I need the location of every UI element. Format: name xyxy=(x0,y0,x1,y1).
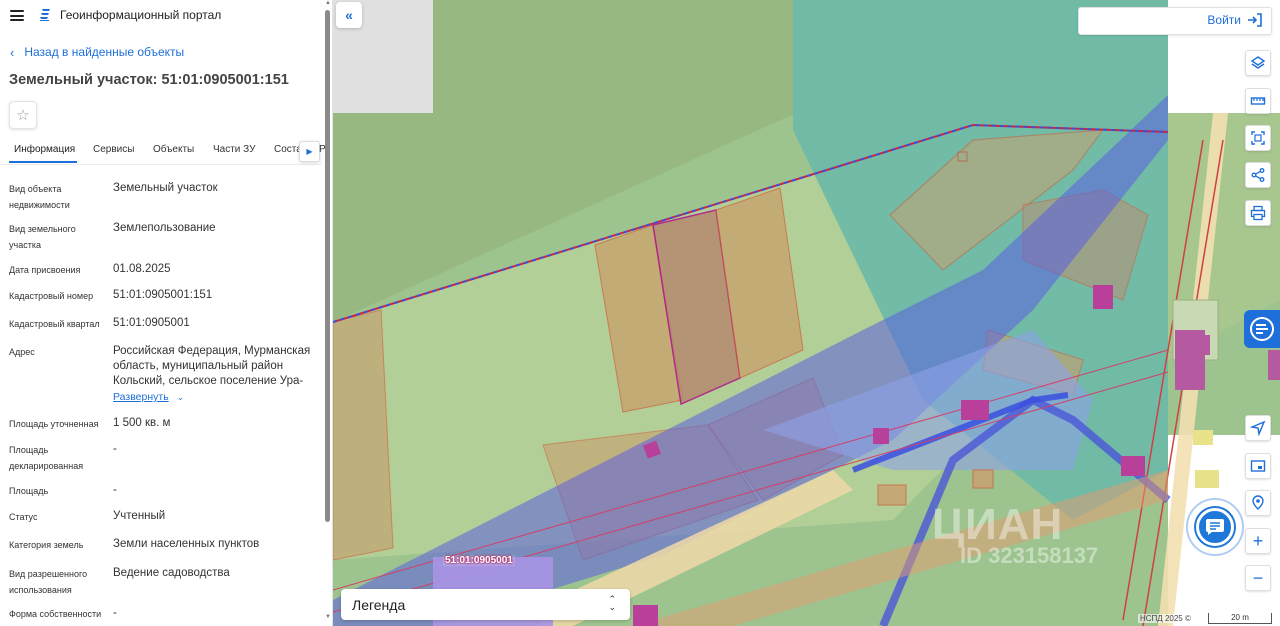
minus-icon: − xyxy=(1252,568,1264,588)
prop-value-ownership: - xyxy=(113,607,117,619)
ruler-button[interactable] xyxy=(1245,88,1271,114)
ruler-icon xyxy=(1250,97,1266,105)
prop-label-cadastral-number: Кадастровый номер xyxy=(9,291,94,301)
select-area-button[interactable] xyxy=(1245,125,1271,151)
prop-value-address: Российская Федерация, Мурманская область… xyxy=(113,345,311,387)
geolocation-button[interactable] xyxy=(1245,490,1271,516)
select-area-icon xyxy=(1251,131,1265,145)
map-attribution: НСПД 2025 © xyxy=(1138,614,1193,623)
tab-services[interactable]: Сервисы xyxy=(93,144,134,155)
prop-value-assign-date: 01.08.2025 xyxy=(113,263,171,275)
plus-icon: + xyxy=(1252,531,1264,551)
prop-label-land-category: Категория земель xyxy=(9,540,84,550)
geolocation-icon xyxy=(1252,495,1264,510)
info-tabs: Информация Сервисы Объекты Части ЗУ Сост… xyxy=(0,139,322,165)
active-tab-indicator xyxy=(9,161,77,163)
login-bar: Войти xyxy=(1078,7,1272,35)
chevron-left-icon: ‹ xyxy=(10,44,15,60)
print-icon xyxy=(1250,205,1266,221)
login-button[interactable]: Войти xyxy=(1207,13,1263,27)
minimap-button[interactable] xyxy=(1245,453,1271,479)
tab-composition[interactable]: Соста xyxy=(274,144,302,155)
promo-side-tab[interactable] xyxy=(1244,310,1280,348)
layers-icon xyxy=(1250,56,1266,69)
sidebar-panel: Геоинформационный портал ‹ Назад в найде… xyxy=(0,0,333,626)
map-scale-bar: 20 m xyxy=(1208,613,1272,624)
scroll-up-arrow-icon[interactable]: ▲ xyxy=(325,0,331,6)
expand-label: Развернуть xyxy=(113,391,169,403)
double-chevron-left-icon: « xyxy=(345,7,353,23)
map-layer xyxy=(333,0,1280,626)
legend-select[interactable]: Легенда ⌃ ⌄ xyxy=(341,589,630,620)
menu-icon[interactable] xyxy=(10,10,24,21)
prop-value-area-refined: 1 500 кв. м xyxy=(113,417,171,429)
page-title: Земельный участок: 51:01:0905001:151 xyxy=(9,72,289,88)
prop-value-cadastral-quarter: 51:01:0905001 xyxy=(113,317,190,329)
back-link-label: Назад в найденные объекты xyxy=(24,45,185,59)
navigate-button[interactable] xyxy=(1245,415,1271,441)
prop-label-address: Адрес xyxy=(9,347,35,357)
cian-watermark-id: ID 323158137 xyxy=(960,543,1099,568)
tab-objects[interactable]: Объекты xyxy=(153,144,194,155)
cadastral-map[interactable]: 51:01:0905001 ЦИАН ID 323158137 xyxy=(333,0,1280,626)
tabs-scroll-right-button[interactable]: ▶ xyxy=(299,141,320,162)
favorite-button[interactable]: ☆ xyxy=(9,101,37,129)
prop-label-area-refined: Площадь уточненная xyxy=(9,419,99,429)
star-icon: ☆ xyxy=(16,107,30,124)
prop-value-parcel-kind: Землепользование xyxy=(113,222,216,234)
prop-label-ownership: Форма собственности xyxy=(9,609,102,619)
zoom-out-button[interactable]: − xyxy=(1245,565,1271,591)
prop-label-cadastral-quarter: Кадастровый квартал xyxy=(9,319,100,329)
prop-label-object-type: Вид объекта недвижимости xyxy=(9,184,70,210)
prop-value-area: - xyxy=(113,484,117,496)
sidebar-scroll-thumb[interactable] xyxy=(325,10,330,522)
document-badge-icon xyxy=(1250,317,1274,341)
chevron-right-icon: ▶ xyxy=(306,147,313,156)
prop-label-permitted-use: Вид разрешенного использования xyxy=(9,569,88,595)
prop-label-parcel-kind: Вид земельного участка xyxy=(9,224,76,250)
up-down-chevron-icon: ⌃ ⌄ xyxy=(608,594,616,612)
chat-icon xyxy=(1206,519,1224,535)
tab-information[interactable]: Информация xyxy=(14,144,75,155)
login-label: Войти xyxy=(1207,13,1241,27)
expand-address-link[interactable]: Развернуть ⌄ xyxy=(113,391,184,403)
sidebar-header: Геоинформационный портал xyxy=(0,0,332,32)
cadastral-quarter-label[interactable]: 51:01:0905001 xyxy=(443,555,515,566)
prop-value-area-declared: - xyxy=(113,443,117,455)
share-icon xyxy=(1251,168,1265,182)
portal-logo-icon xyxy=(40,9,50,21)
prop-value-object-type: Земельный участок xyxy=(113,182,218,194)
tab-parcel-parts[interactable]: Части ЗУ xyxy=(213,144,255,155)
share-button[interactable] xyxy=(1245,162,1271,188)
chevron-down-icon: ⌄ xyxy=(176,392,185,402)
prop-value-status: Учтенный xyxy=(113,510,166,522)
prop-label-status: Статус xyxy=(9,512,38,522)
login-icon xyxy=(1248,13,1262,27)
minimap-icon xyxy=(1250,460,1266,472)
zoom-in-button[interactable]: + xyxy=(1245,528,1271,554)
prop-label-area-declared: Площадь декларированная xyxy=(9,445,84,471)
prop-value-permitted-use: Ведение садоводства xyxy=(113,567,230,579)
locate-icon xyxy=(1250,420,1266,436)
portal-title: Геоинформационный портал xyxy=(60,8,222,22)
chat-button[interactable] xyxy=(1196,508,1234,546)
collapse-sidebar-button[interactable]: « xyxy=(336,2,362,28)
prop-label-area: Площадь xyxy=(9,486,49,496)
legend-label: Легенда xyxy=(352,597,406,613)
scroll-down-arrow-icon[interactable]: ▼ xyxy=(325,614,331,620)
back-to-results-link[interactable]: ‹ Назад в найденные объекты xyxy=(10,45,184,59)
layers-button[interactable] xyxy=(1245,50,1271,76)
prop-label-assign-date: Дата присвоения xyxy=(9,265,81,275)
prop-value-cadastral-number: 51:01:0905001:151 xyxy=(113,289,213,301)
prop-value-land-category: Земли населенных пунктов xyxy=(113,538,260,550)
print-button[interactable] xyxy=(1245,200,1271,226)
